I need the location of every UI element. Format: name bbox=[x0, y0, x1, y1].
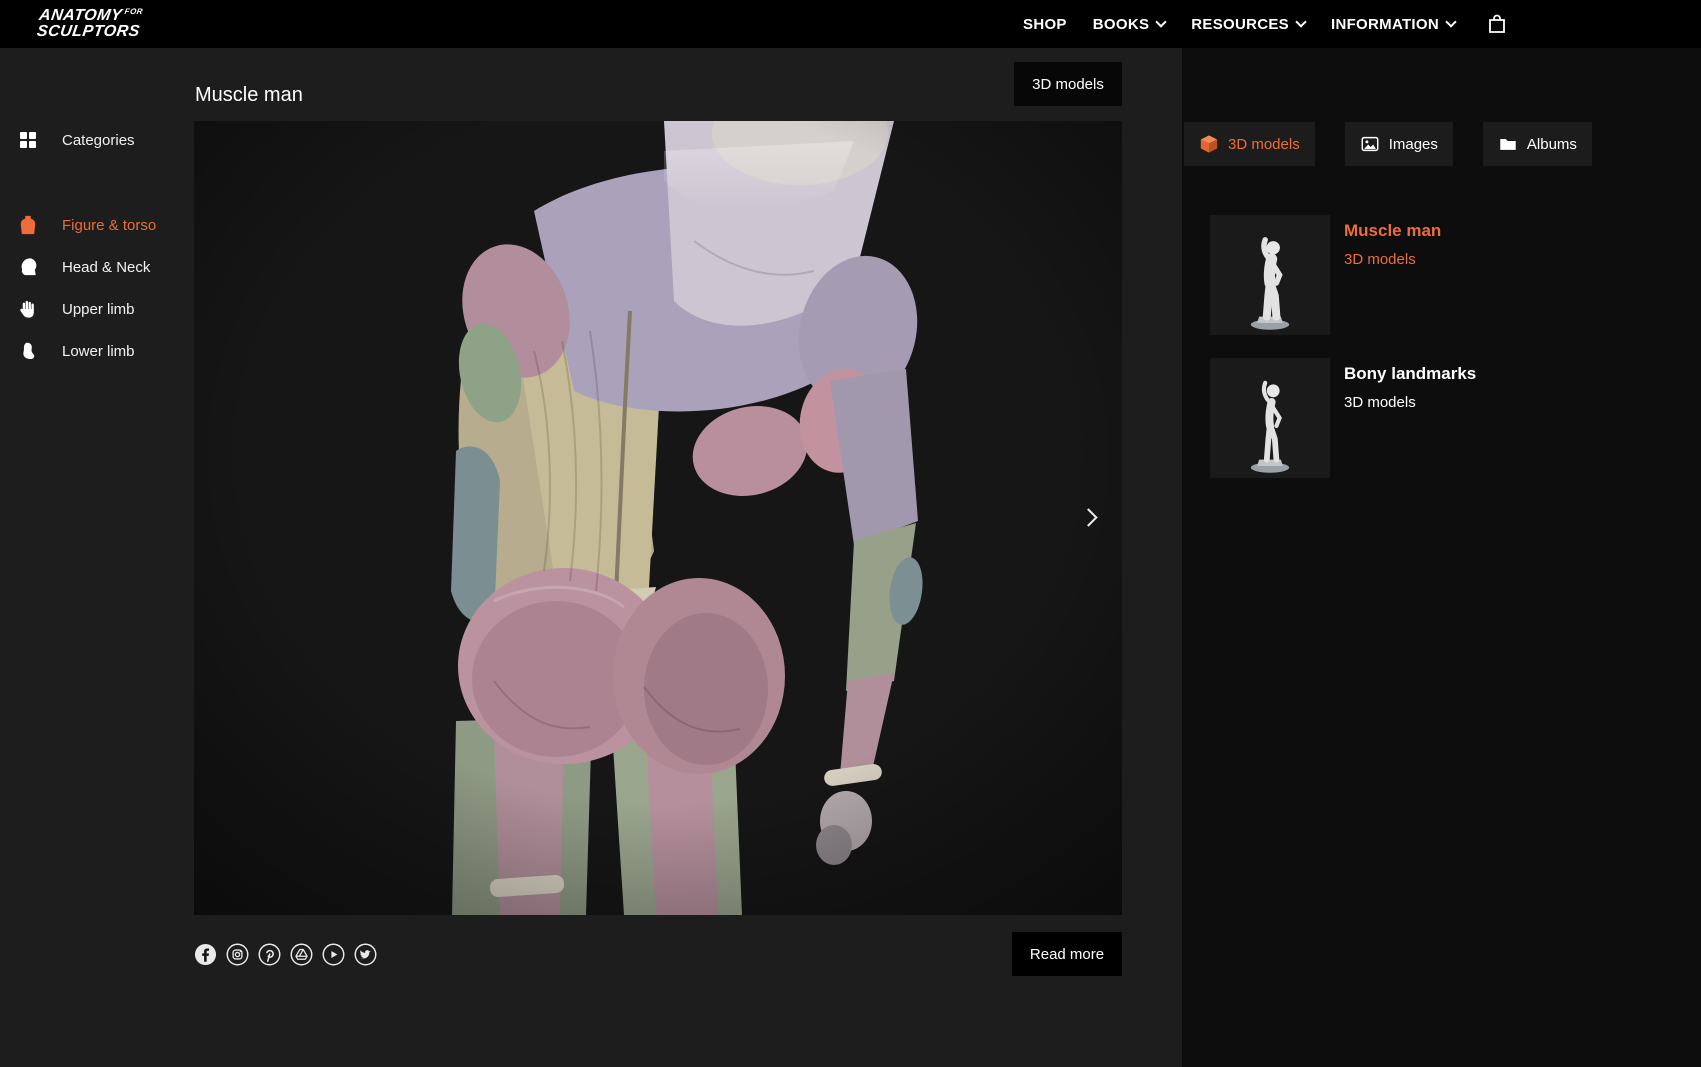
nav-item-resources[interactable]: RESOURCES bbox=[1191, 16, 1305, 33]
image-icon bbox=[1360, 134, 1380, 154]
chevron-down-icon bbox=[1156, 16, 1167, 27]
main-content: Muscle man 3D models bbox=[194, 48, 1122, 1067]
page-title: Muscle man bbox=[195, 84, 303, 107]
content-tabs: 3D models Images Albums bbox=[1184, 122, 1592, 166]
tab-3d-models[interactable]: 3D models bbox=[1184, 122, 1315, 166]
grid-icon bbox=[18, 130, 38, 150]
folder-icon bbox=[1498, 134, 1518, 154]
item-text: Bony landmarks 3D models bbox=[1344, 358, 1476, 478]
model-viewer[interactable] bbox=[194, 121, 1122, 915]
content-type-badge[interactable]: 3D models bbox=[1014, 62, 1122, 106]
categories-sidebar: Categories Figure & torso Head & Neck Up… bbox=[0, 48, 194, 1067]
categories-title: Categories bbox=[62, 132, 135, 149]
facebook-icon[interactable] bbox=[194, 943, 217, 966]
related-content-panel: 3D models Images Albums bbox=[1182, 48, 1701, 1067]
item-title: Bony landmarks bbox=[1344, 364, 1476, 384]
logo-line2: SCULPTORS bbox=[36, 24, 142, 40]
twitter-icon[interactable] bbox=[354, 943, 377, 966]
item-title: Muscle man bbox=[1344, 221, 1441, 241]
chevron-right-icon bbox=[1079, 508, 1097, 526]
logo-line1: ANATOMYFOR bbox=[38, 8, 144, 24]
item-subtitle: 3D models bbox=[1344, 251, 1441, 268]
categories-list: Figure & torso Head & Neck Upper limb Lo… bbox=[0, 204, 194, 372]
google-drive-icon[interactable] bbox=[290, 943, 313, 966]
nav-item-books[interactable]: BOOKS bbox=[1093, 16, 1166, 33]
muscle-man-model-image bbox=[194, 121, 1122, 915]
foot-icon bbox=[18, 341, 38, 361]
list-item-muscle-man[interactable]: Muscle man 3D models bbox=[1210, 215, 1677, 335]
social-links bbox=[194, 943, 377, 966]
nav-item-shop[interactable]: SHOP bbox=[1023, 16, 1067, 33]
top-navigation: ANATOMYFOR SCULPTORS SHOP BOOKS RESOURCE… bbox=[0, 0, 1701, 48]
muscle-man-thumbnail bbox=[1210, 215, 1330, 335]
next-arrow-button[interactable] bbox=[1076, 503, 1104, 531]
nav-menu: SHOP BOOKS RESOURCES INFORMATION bbox=[1023, 16, 1455, 33]
item-text: Muscle man 3D models bbox=[1344, 215, 1441, 335]
sidebar-item-head-neck[interactable]: Head & Neck bbox=[0, 246, 194, 288]
tab-images[interactable]: Images bbox=[1345, 122, 1453, 166]
sidebar-item-figure-torso[interactable]: Figure & torso bbox=[0, 204, 194, 246]
list-item-bony-landmarks[interactable]: Bony landmarks 3D models bbox=[1210, 358, 1677, 478]
sidebar-item-upper-limb[interactable]: Upper limb bbox=[0, 288, 194, 330]
chevron-down-icon bbox=[1295, 16, 1306, 27]
cube-icon bbox=[1199, 134, 1219, 154]
bony-landmarks-thumbnail bbox=[1210, 358, 1330, 478]
head-icon bbox=[18, 257, 38, 277]
sidebar-item-lower-limb[interactable]: Lower limb bbox=[0, 330, 194, 372]
model-list: Muscle man 3D models bbox=[1210, 215, 1677, 478]
categories-header: Categories bbox=[18, 120, 135, 160]
instagram-icon[interactable] bbox=[226, 943, 249, 966]
tab-albums[interactable]: Albums bbox=[1483, 122, 1592, 166]
youtube-icon[interactable] bbox=[322, 943, 345, 966]
chevron-down-icon bbox=[1445, 16, 1456, 27]
nav-right: SHOP BOOKS RESOURCES INFORMATION bbox=[1023, 12, 1509, 36]
read-more-button[interactable]: Read more bbox=[1012, 932, 1122, 976]
pinterest-icon[interactable] bbox=[258, 943, 281, 966]
hand-icon bbox=[18, 299, 38, 319]
muscle-man-statue bbox=[1222, 231, 1318, 335]
torso-icon bbox=[18, 215, 38, 235]
bony-landmarks-statue bbox=[1222, 374, 1318, 478]
shopping-bag-icon[interactable] bbox=[1485, 12, 1509, 36]
logo[interactable]: ANATOMYFOR SCULPTORS bbox=[36, 8, 144, 40]
nav-item-information[interactable]: INFORMATION bbox=[1331, 16, 1455, 33]
item-subtitle: 3D models bbox=[1344, 394, 1476, 411]
main-footer: Read more bbox=[194, 931, 1122, 977]
